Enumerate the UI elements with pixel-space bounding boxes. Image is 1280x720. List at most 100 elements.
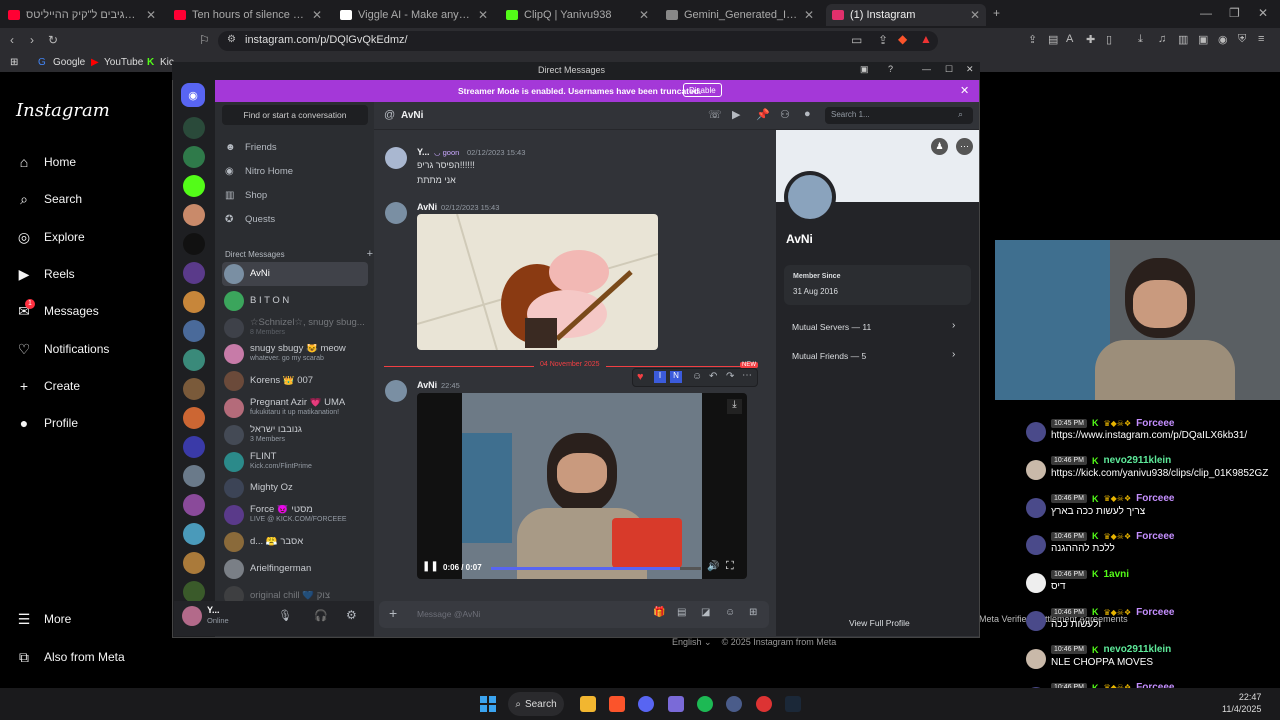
puzzle-icon[interactable]: ✚ (1086, 33, 1095, 46)
app-icon[interactable] (726, 696, 742, 712)
message-author[interactable]: AvNi (417, 380, 437, 390)
browser-tab[interactable]: Viggle AI - Make any character move ✕ (334, 4, 494, 26)
user-profile-icon[interactable]: ● (804, 108, 811, 120)
spotify-icon[interactable] (697, 696, 713, 712)
browser-tab[interactable]: Ten hours of silence occasionally bro...… (168, 4, 328, 26)
avatar[interactable] (182, 606, 202, 626)
chevron-right-icon[interactable]: › (952, 320, 955, 331)
gif-icon[interactable]: ▤ (677, 607, 686, 618)
server-icon[interactable] (183, 581, 205, 603)
dm-item[interactable]: Pregnant Azir 💗 UMA fukukitaru it up mati… (222, 396, 368, 420)
more-icon[interactable]: ⋯ (742, 370, 752, 381)
reader-icon[interactable]: ▥ (1178, 33, 1188, 46)
add-friend-icon[interactable]: ♟ (931, 138, 948, 155)
back-icon[interactable]: ‹ (10, 33, 14, 47)
brave-rewards-icon[interactable]: ▲ (920, 32, 932, 46)
reaction-i-icon[interactable]: I (654, 371, 666, 383)
channel-nitro-home[interactable]: ◉ Nitro Home (225, 166, 293, 177)
avatar[interactable] (385, 380, 407, 402)
settings-icon[interactable]: ⚙ (346, 608, 357, 622)
microphone-icon[interactable]: 🎙 (278, 609, 292, 622)
obs-icon[interactable] (756, 696, 772, 712)
server-icon[interactable] (183, 407, 205, 429)
close-icon[interactable]: ✕ (960, 84, 969, 97)
browser-tab[interactable]: ClipQ | Yanivu938 ✕ (500, 4, 655, 26)
app-icon[interactable] (668, 696, 684, 712)
nav-reels[interactable]: ▶ Reels (16, 262, 75, 286)
video-player[interactable]: ⤓ ❚❚ 0:06 / 0:07 🔊 ⛶ (417, 393, 747, 579)
chat-username[interactable]: nevo2911klein (1103, 455, 1171, 466)
profile-icon[interactable]: ◉ (1218, 33, 1228, 46)
nav-also-from-meta[interactable]: ⧉ Also from Meta (16, 645, 125, 669)
minimize-icon[interactable]: — (922, 64, 931, 74)
mutual-servers[interactable]: Mutual Servers — 11 (792, 322, 871, 332)
wallet-icon[interactable]: ▤ (1048, 33, 1058, 46)
minimize-icon[interactable]: — (1200, 6, 1212, 20)
server-icon[interactable] (183, 262, 205, 284)
media-icon[interactable]: ♫ (1158, 33, 1166, 45)
close-tab-icon[interactable]: ✕ (639, 8, 649, 22)
server-icon[interactable] (183, 320, 205, 342)
fullscreen-icon[interactable]: ⛶ (726, 560, 734, 573)
avatar[interactable] (784, 171, 836, 223)
instagram-logo[interactable]: Instagram (16, 100, 110, 121)
site-info-icon[interactable]: ⚙ (227, 34, 236, 45)
server-icon[interactable] (183, 523, 205, 545)
server-icon[interactable] (183, 436, 205, 458)
share-icon[interactable]: ⇪ (1028, 33, 1037, 46)
maximize-icon[interactable]: ☐ (945, 64, 953, 75)
apps-icon[interactable]: ⊞ (10, 57, 18, 68)
brave-icon[interactable] (609, 696, 625, 712)
reply-icon[interactable]: ↶ (709, 371, 717, 382)
share-icon[interactable]: ⇪ (878, 33, 888, 47)
menu-icon[interactable]: ≡ (1258, 33, 1264, 45)
close-tab-icon[interactable]: ✕ (970, 8, 980, 22)
windows-start-icon[interactable] (480, 696, 496, 712)
discord-home-icon[interactable]: ◉ (181, 83, 205, 107)
server-icon[interactable] (183, 204, 205, 226)
cast-icon[interactable]: ▭ (851, 33, 862, 47)
download-icon[interactable]: ⤓ (1138, 33, 1143, 46)
steam-icon[interactable] (785, 696, 801, 712)
discord-icon[interactable] (638, 696, 654, 712)
server-icon[interactable] (183, 465, 205, 487)
help-icon[interactable]: ? (888, 64, 893, 74)
more-icon[interactable]: ⋯ (956, 138, 973, 155)
server-icon[interactable] (183, 233, 205, 255)
chat-username[interactable]: Forceee (1136, 607, 1174, 618)
pin-icon[interactable]: 📌 (756, 108, 770, 121)
inbox-icon[interactable]: ▣ (860, 64, 869, 75)
nav-search[interactable]: ⌕ Search (16, 187, 82, 211)
close-icon[interactable]: ✕ (1258, 6, 1268, 20)
message-author[interactable]: AvNi (417, 202, 437, 212)
gift-icon[interactable]: 🎁 (653, 607, 665, 618)
close-tab-icon[interactable]: ✕ (146, 8, 156, 22)
server-icon[interactable] (183, 146, 205, 168)
nav-create[interactable]: + Create (16, 374, 80, 398)
avatar[interactable] (385, 202, 407, 224)
download-icon[interactable]: ⤓ (727, 399, 742, 414)
close-tab-icon[interactable]: ✕ (312, 8, 322, 22)
voice-call-icon[interactable]: ☏ (708, 108, 722, 121)
wallet-icon[interactable]: ▣ (1198, 33, 1208, 46)
browser-tab[interactable]: סטרימרים מגיבים ל"קיק ההייליטס | ... ✕ (2, 4, 162, 26)
chat-username[interactable]: Forceee (1136, 418, 1174, 429)
upload-icon[interactable]: + (389, 605, 397, 621)
dm-item[interactable]: Mighty Oz (222, 476, 368, 500)
dm-item[interactable]: AvNi (222, 262, 368, 286)
bookmark-google[interactable]: Google (53, 57, 85, 68)
bookmark-icon[interactable]: ⚐ (199, 33, 210, 47)
dm-item[interactable]: Force 😈 מסטי LIVE @ KICK.COM/FORCEEE (222, 503, 368, 527)
server-icon[interactable] (183, 291, 205, 313)
video-call-icon[interactable]: ▶ (732, 108, 740, 121)
find-conversation-button[interactable]: Find or start a conversation (222, 105, 368, 125)
nav-more[interactable]: ☰ More (16, 607, 72, 631)
sticker-icon[interactable]: ◪ (701, 607, 710, 618)
channel-quests[interactable]: ✪ Quests (225, 214, 275, 225)
brave-shield-icon[interactable]: ◆ (898, 32, 907, 46)
video-progress[interactable] (491, 567, 701, 570)
nav-home[interactable]: ⌂ Home (16, 150, 76, 174)
browser-tab[interactable]: Gemini_Generated_Image_csxvxcesx... ✕ (660, 4, 820, 26)
disable-button[interactable]: Disable (683, 83, 722, 97)
nav-messages[interactable]: ✉ 1 Messages (16, 298, 99, 323)
